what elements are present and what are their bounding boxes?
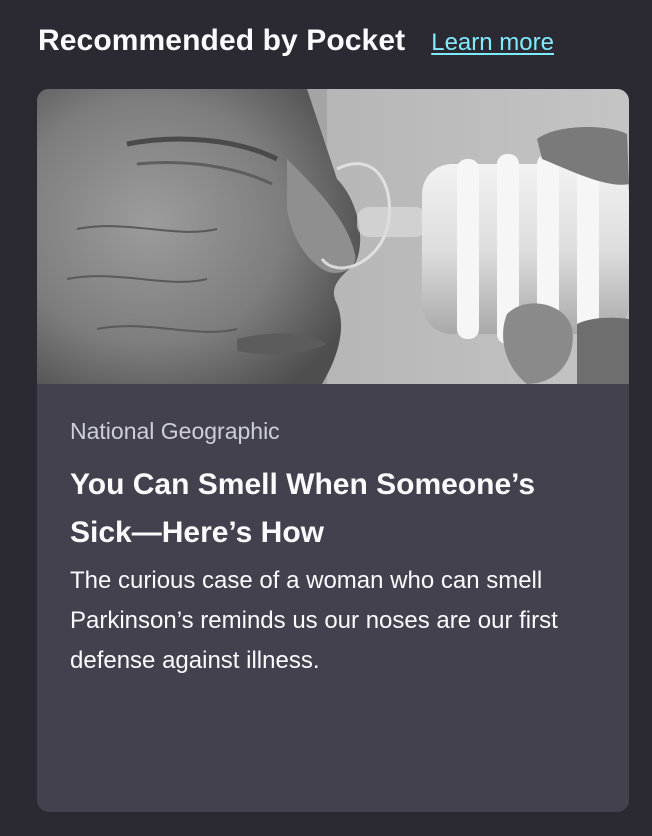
story-source: National Geographic: [70, 418, 280, 444]
pocket-header: Recommended by Pocket Learn more: [38, 24, 612, 64]
story-excerpt: The curious case of a woman who can smel…: [70, 567, 558, 674]
story-image: [37, 89, 629, 384]
pocket-story-card[interactable]: National Geographic You Can Smell When S…: [37, 89, 629, 812]
story-content: National Geographic You Can Smell When S…: [70, 415, 595, 681]
learn-more-link[interactable]: Learn more: [431, 29, 554, 57]
story-title[interactable]: You Can Smell When Someone’s Sick—Here’s…: [70, 461, 595, 557]
section-title: Recommended by Pocket: [38, 24, 406, 57]
